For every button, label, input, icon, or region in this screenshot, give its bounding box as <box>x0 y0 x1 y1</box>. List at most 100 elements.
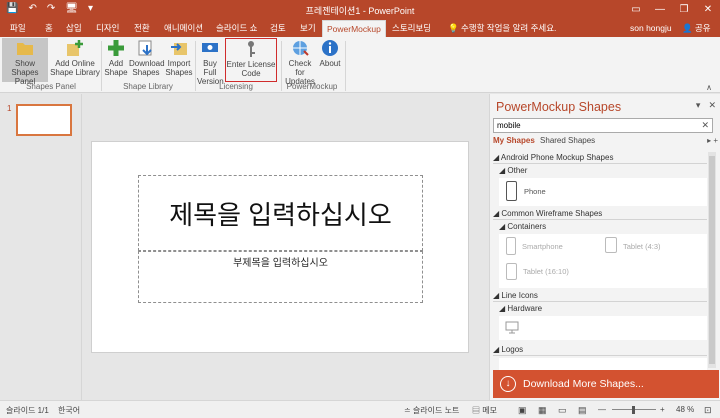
zoom-in-icon[interactable]: + <box>660 405 665 414</box>
fit-slide-icon[interactable]: ⊡ <box>704 405 712 416</box>
shape-item-tablet-16-10[interactable]: Tablet (16:10) <box>523 267 569 277</box>
tab-transitions[interactable]: 전환 <box>130 20 154 37</box>
cart-icon <box>202 43 218 52</box>
clear-search-icon[interactable]: ✕ <box>701 119 709 132</box>
window-controls: ▭ — ❐ ✕ <box>624 0 720 20</box>
language-indicator[interactable]: 한국어 <box>58 405 80 416</box>
tab-design[interactable]: 디자인 <box>92 20 123 37</box>
zoom-slider-thumb[interactable] <box>632 406 635 414</box>
section-logos[interactable]: ◢ Logos <box>493 344 707 356</box>
group-label-powermockup: PowerMockup <box>286 82 338 91</box>
person-icon: 👤 <box>682 23 695 33</box>
tab-my-shapes[interactable]: My Shapes <box>493 136 535 145</box>
about-button[interactable]: About <box>318 38 342 82</box>
shape-list: ◢ Android Phone Mockup Shapes ◢ Other Ph… <box>493 150 707 372</box>
group-label-licensing: Licensing <box>219 82 253 91</box>
key-icon <box>248 41 255 57</box>
check-for-updates-button[interactable]: Check for Updates <box>283 38 317 86</box>
add-shape-button[interactable]: Add Shape <box>104 38 128 82</box>
zoom-out-icon[interactable]: — <box>598 405 606 414</box>
panel-scrollbar[interactable] <box>708 152 716 368</box>
group-separator <box>345 41 346 91</box>
add-online-shape-library-button[interactable]: Add Online Shape Library <box>50 38 100 82</box>
panel-options-icon[interactable]: ▾ <box>696 100 701 111</box>
shape-tabs: My Shapes Shared Shapes ▸ + <box>493 136 718 148</box>
subsection-hardware[interactable]: ◢ Hardware <box>499 303 707 315</box>
group-separator <box>101 41 102 91</box>
show-shapes-panel-button[interactable]: Show Shapes Panel <box>2 38 48 86</box>
download-more-label: Download More Shapes... <box>523 378 644 390</box>
close-icon[interactable]: ✕ <box>696 0 720 20</box>
panel-controls: ▾ ✕ <box>696 100 716 111</box>
monitor-shape-icon[interactable] <box>505 321 519 334</box>
reading-view-icon[interactable]: ▭ <box>558 405 567 416</box>
shape-item-phone[interactable]: Phone <box>524 187 546 197</box>
shape-item-tablet-4-3[interactable]: Tablet (4:3) <box>623 242 661 252</box>
scrollbar-thumb[interactable] <box>709 156 715 364</box>
section-common-wireframe[interactable]: ◢ Common Wireframe Shapes <box>493 208 707 220</box>
restore-icon[interactable]: ❐ <box>672 0 696 20</box>
slide-canvas[interactable]: 제목을 입력하십시오 부제목을 입력하십시오 <box>91 141 469 353</box>
tab-home[interactable]: 홈 <box>41 20 57 37</box>
tab-powermockup[interactable]: PowerMockup <box>322 20 386 37</box>
tab-slideshow[interactable]: 슬라이드 쇼 <box>212 20 261 37</box>
tab-file[interactable]: 파일 <box>6 20 30 37</box>
comments-button[interactable]: ▤ 메모 <box>472 405 497 416</box>
download-more-shapes-button[interactable]: ↓ Download More Shapes... <box>493 370 719 398</box>
search-value: mobile <box>497 121 521 130</box>
phone-shape-icon[interactable] <box>506 181 517 201</box>
zoom-level[interactable]: 48 % <box>676 405 694 414</box>
globe-icon <box>293 41 309 56</box>
slide-count: 슬라이드 1/1 <box>6 406 49 415</box>
tab-shared-shapes[interactable]: Shared Shapes <box>540 136 595 145</box>
tab-arrows[interactable]: ▸ + <box>707 136 718 145</box>
title-placeholder[interactable]: 제목을 입력하십시오 <box>138 175 423 251</box>
buy-full-version-button[interactable]: Buy Full Version <box>197 38 224 86</box>
slide-number: 1 <box>7 104 12 113</box>
section-line-icons[interactable]: ◢ Line Icons <box>493 290 707 302</box>
user-name[interactable]: son hongju <box>630 20 672 37</box>
smartphone-shape-icon[interactable] <box>506 237 516 255</box>
shape-card: Phone <box>499 178 707 206</box>
group-label-shapes-panel: Shapes Panel <box>26 82 76 91</box>
add-library-icon <box>67 40 83 56</box>
normal-view-icon[interactable]: ▣ <box>518 405 527 416</box>
plus-icon <box>108 40 124 56</box>
share-label: 공유 <box>694 23 711 33</box>
slideshow-icon[interactable]: ▤ <box>578 405 587 416</box>
shape-item-smartphone[interactable]: Smartphone <box>522 242 563 252</box>
ribbon-tabs: 파일 홈 삽입 디자인 전환 애니메이션 슬라이드 쇼 검토 보기 PowerM… <box>0 20 720 37</box>
subsection-containers[interactable]: ◢ Containers <box>499 221 707 233</box>
window-title: 프레젠테이션1 - PowerPoint <box>305 6 415 16</box>
tab-review[interactable]: 검토 <box>266 20 290 37</box>
notes-button[interactable]: ≐ 슬라이드 노트 <box>404 405 459 416</box>
import-shapes-button[interactable]: Import Shapes <box>165 38 193 82</box>
tablet-4-3-shape-icon[interactable] <box>605 237 617 253</box>
tab-insert[interactable]: 삽입 <box>62 20 86 37</box>
tab-view[interactable]: 보기 <box>296 20 320 37</box>
subsection-other[interactable]: ◢ Other <box>499 165 707 177</box>
subtitle-placeholder[interactable]: 부제목을 입력하십시오 <box>138 251 423 303</box>
group-label-shape-library: Shape Library <box>123 82 173 91</box>
slide-thumbnail-pane: 1 <box>0 94 82 400</box>
enter-license-code-button[interactable]: Enter License Code <box>225 38 277 82</box>
share-button[interactable]: 👤 공유 <box>682 20 711 37</box>
section-android-phone[interactable]: ◢ Android Phone Mockup Shapes <box>493 152 707 164</box>
ribbon-display-icon[interactable]: ▭ <box>624 0 648 20</box>
slide-thumbnail[interactable] <box>16 104 72 136</box>
download-shapes-button[interactable]: Download Shapes <box>129 38 165 82</box>
tell-me-box[interactable]: 💡 수행할 작업을 알려 주세요. <box>448 20 556 37</box>
shape-card <box>499 316 707 340</box>
download-icon <box>138 40 152 56</box>
ribbon: Show Shapes Panel Add Online Shape Libra… <box>0 37 720 93</box>
tablet-16-10-shape-icon[interactable] <box>506 263 517 280</box>
minimize-icon[interactable]: — <box>648 0 672 20</box>
slide-sorter-icon[interactable]: ▦ <box>538 405 547 416</box>
status-bar: 슬라이드 1/1 한국어 ≐ 슬라이드 노트 ▤ 메모 ▣ ▦ ▭ ▤ — + … <box>0 400 720 418</box>
tab-animations[interactable]: 애니메이션 <box>160 20 207 37</box>
info-icon <box>322 40 338 56</box>
collapse-ribbon-icon[interactable]: ∧ <box>706 83 712 92</box>
shape-search-input[interactable]: mobile ✕ <box>493 118 713 133</box>
tab-storyboarding[interactable]: 스토리보딩 <box>388 20 435 37</box>
panel-close-icon[interactable]: ✕ <box>708 100 716 111</box>
